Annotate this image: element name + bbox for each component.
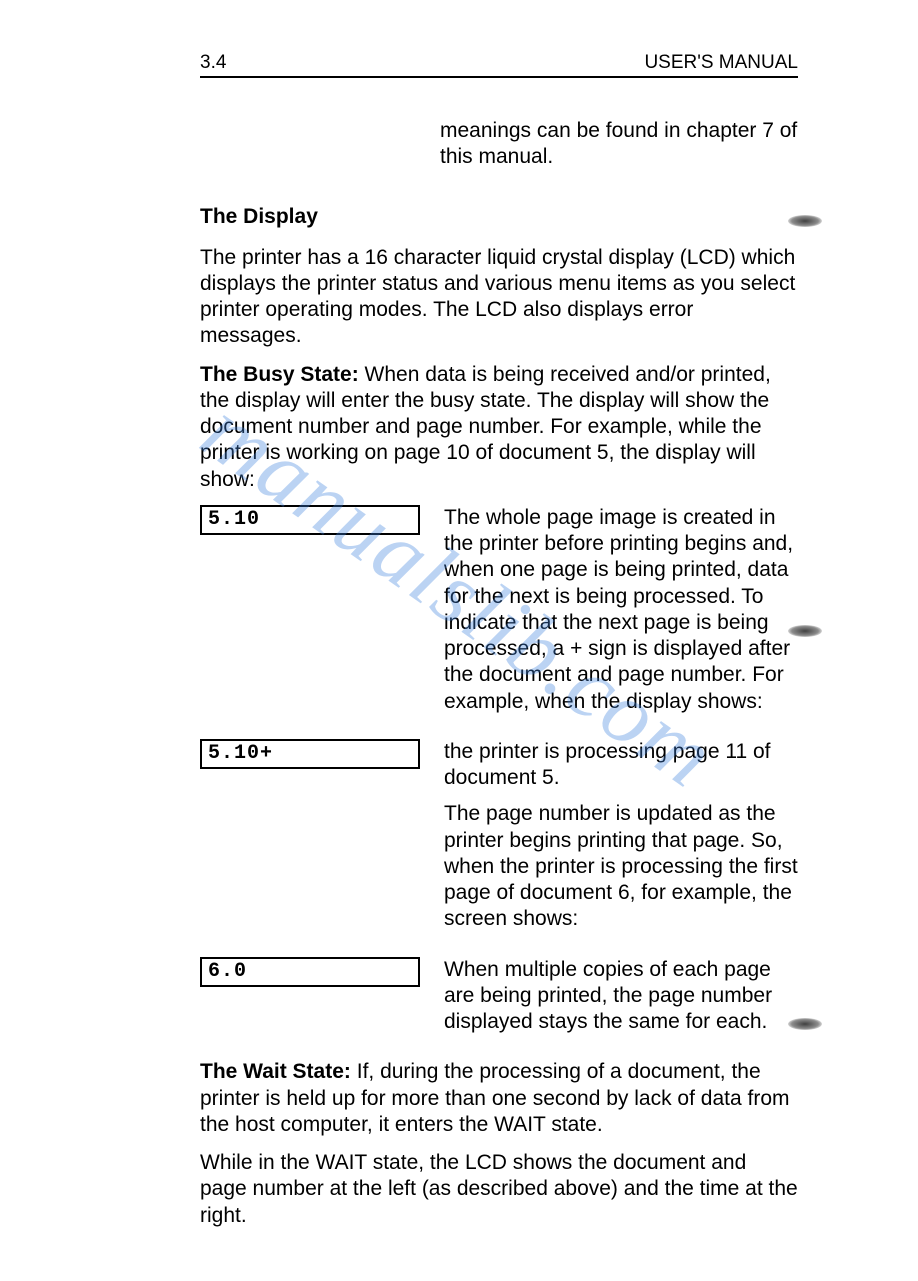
lcd-display-box: 5.10	[200, 505, 420, 535]
lcd-example-row: 5.10+ the printer is processing page 11 …	[200, 739, 798, 943]
lcd-display-box: 5.10+	[200, 739, 420, 769]
lcd-example-row: 6.0 When multiple copies of each page ar…	[200, 957, 798, 1046]
lcd-explanation-para: When multiple copies of each page are be…	[444, 957, 798, 1036]
continuation-text: meanings can be found in chapter 7 of th…	[440, 118, 798, 171]
busy-state-paragraph: The Busy State: When data is being recei…	[200, 362, 798, 493]
wait-state-paragraph: The Wait State: If, during the processin…	[200, 1059, 798, 1138]
page-header: 3.4 USER'S MANUAL	[200, 52, 798, 78]
document-title: USER'S MANUAL	[644, 52, 798, 74]
lcd-explanation-para: The page number is updated as the printe…	[444, 801, 798, 932]
lcd-explanation: the printer is processing page 11 of doc…	[444, 739, 798, 943]
section-heading-display: The Display	[200, 205, 798, 229]
page-number: 3.4	[200, 52, 226, 74]
lcd-explanation: The whole page image is created in the p…	[444, 505, 798, 725]
lcd-display-box: 6.0	[200, 957, 420, 987]
busy-state-lead: The Busy State:	[200, 363, 359, 386]
wait-state-lead: The Wait State:	[200, 1060, 351, 1083]
lcd-explanation-para: the printer is processing page 11 of doc…	[444, 739, 798, 792]
manual-page: 3.4 USER'S MANUAL meanings can be found …	[0, 0, 918, 1281]
wait-state-paragraph-2: While in the WAIT state, the LCD shows t…	[200, 1150, 798, 1229]
lcd-explanation-para: The whole page image is created in the p…	[444, 505, 798, 715]
lcd-explanation: When multiple copies of each page are be…	[444, 957, 798, 1046]
intro-paragraph: The printer has a 16 character liquid cr…	[200, 245, 798, 350]
lcd-example-row: 5.10 The whole page image is created in …	[200, 505, 798, 725]
